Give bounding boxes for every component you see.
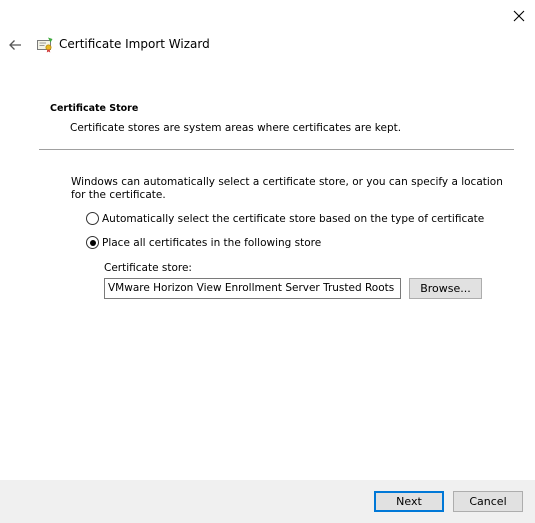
certificate-store-field[interactable]: VMware Horizon View Enrollment Server Tr… <box>104 278 401 299</box>
cancel-button[interactable]: Cancel <box>453 491 523 512</box>
close-button[interactable] <box>503 0 535 32</box>
close-icon <box>513 10 525 22</box>
certificate-icon <box>37 37 53 53</box>
section-title: Certificate Store <box>50 103 139 114</box>
auto-select-radio[interactable] <box>86 212 99 225</box>
back-arrow-icon <box>9 40 21 50</box>
certificate-store-label: Certificate store: <box>104 262 192 274</box>
certificate-import-wizard-window: Certificate Import Wizard Certificate St… <box>0 0 535 523</box>
auto-select-store-option[interactable]: Automatically select the certificate sto… <box>86 212 484 225</box>
wizard-title: Certificate Import Wizard <box>59 37 210 51</box>
browse-button[interactable]: Browse... <box>409 278 482 299</box>
next-button[interactable]: Next <box>374 491 444 512</box>
place-in-store-option[interactable]: Place all certificates in the following … <box>86 236 321 249</box>
place-in-store-radio[interactable] <box>86 236 99 249</box>
place-in-store-label: Place all certificates in the following … <box>102 236 322 249</box>
header-divider <box>39 149 514 150</box>
auto-select-label: Automatically select the certificate sto… <box>102 212 485 225</box>
section-description: Certificate stores are system areas wher… <box>70 122 402 134</box>
intro-text: Windows can automatically select a certi… <box>71 176 503 201</box>
back-button[interactable] <box>4 34 26 56</box>
